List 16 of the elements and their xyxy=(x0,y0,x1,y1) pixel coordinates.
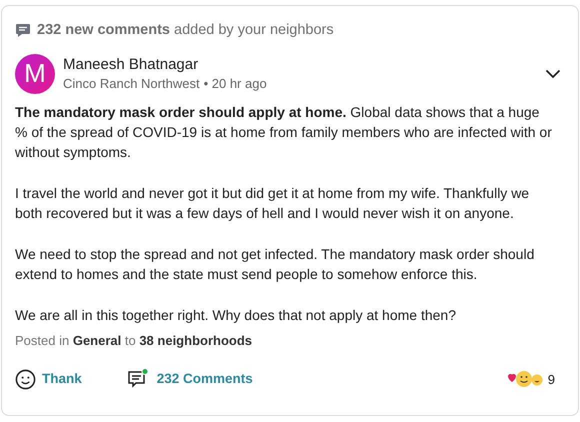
avatar: M xyxy=(15,54,55,94)
neighborhood-link[interactable]: Cinco Ranch Northwest xyxy=(63,74,200,93)
post-paragraph: The mandatory mask order should apply at home. Global data shows that a huge % of the spread of COVID-19 is at home from family members who are infected with or without symptoms. xyxy=(15,102,553,162)
thank-button[interactable]: Thank xyxy=(15,368,82,390)
post-paragraph: I travel the world and never got it but did get it at home from my wife. Thankfully we both recovered but it was a few days of hell and I would never wish it on anyone. xyxy=(15,184,530,223)
comment-icon xyxy=(15,22,31,39)
smiley-icon xyxy=(15,368,36,390)
reaction-count: 9 xyxy=(548,370,555,388)
comments-button[interactable]: 232 Comments xyxy=(126,368,253,390)
chevron-down-icon[interactable] xyxy=(545,68,561,79)
post-paragraph: We are all in this together right. Why does that not apply at home then? xyxy=(15,306,457,325)
post-paragraph: We need to stop the spread and not get infected. The mandatory mask order should extend to homes and the state must send people to somehow enforce this. xyxy=(15,244,536,284)
author-name: Maneesh Bhatnagar xyxy=(63,54,200,75)
post-time: • 20 hr ago xyxy=(204,74,267,93)
new-comments-text: 232 new comments added by your neighbors xyxy=(37,21,334,40)
posted-in-text: Posted in General to 38 neighborhoods xyxy=(15,332,253,350)
